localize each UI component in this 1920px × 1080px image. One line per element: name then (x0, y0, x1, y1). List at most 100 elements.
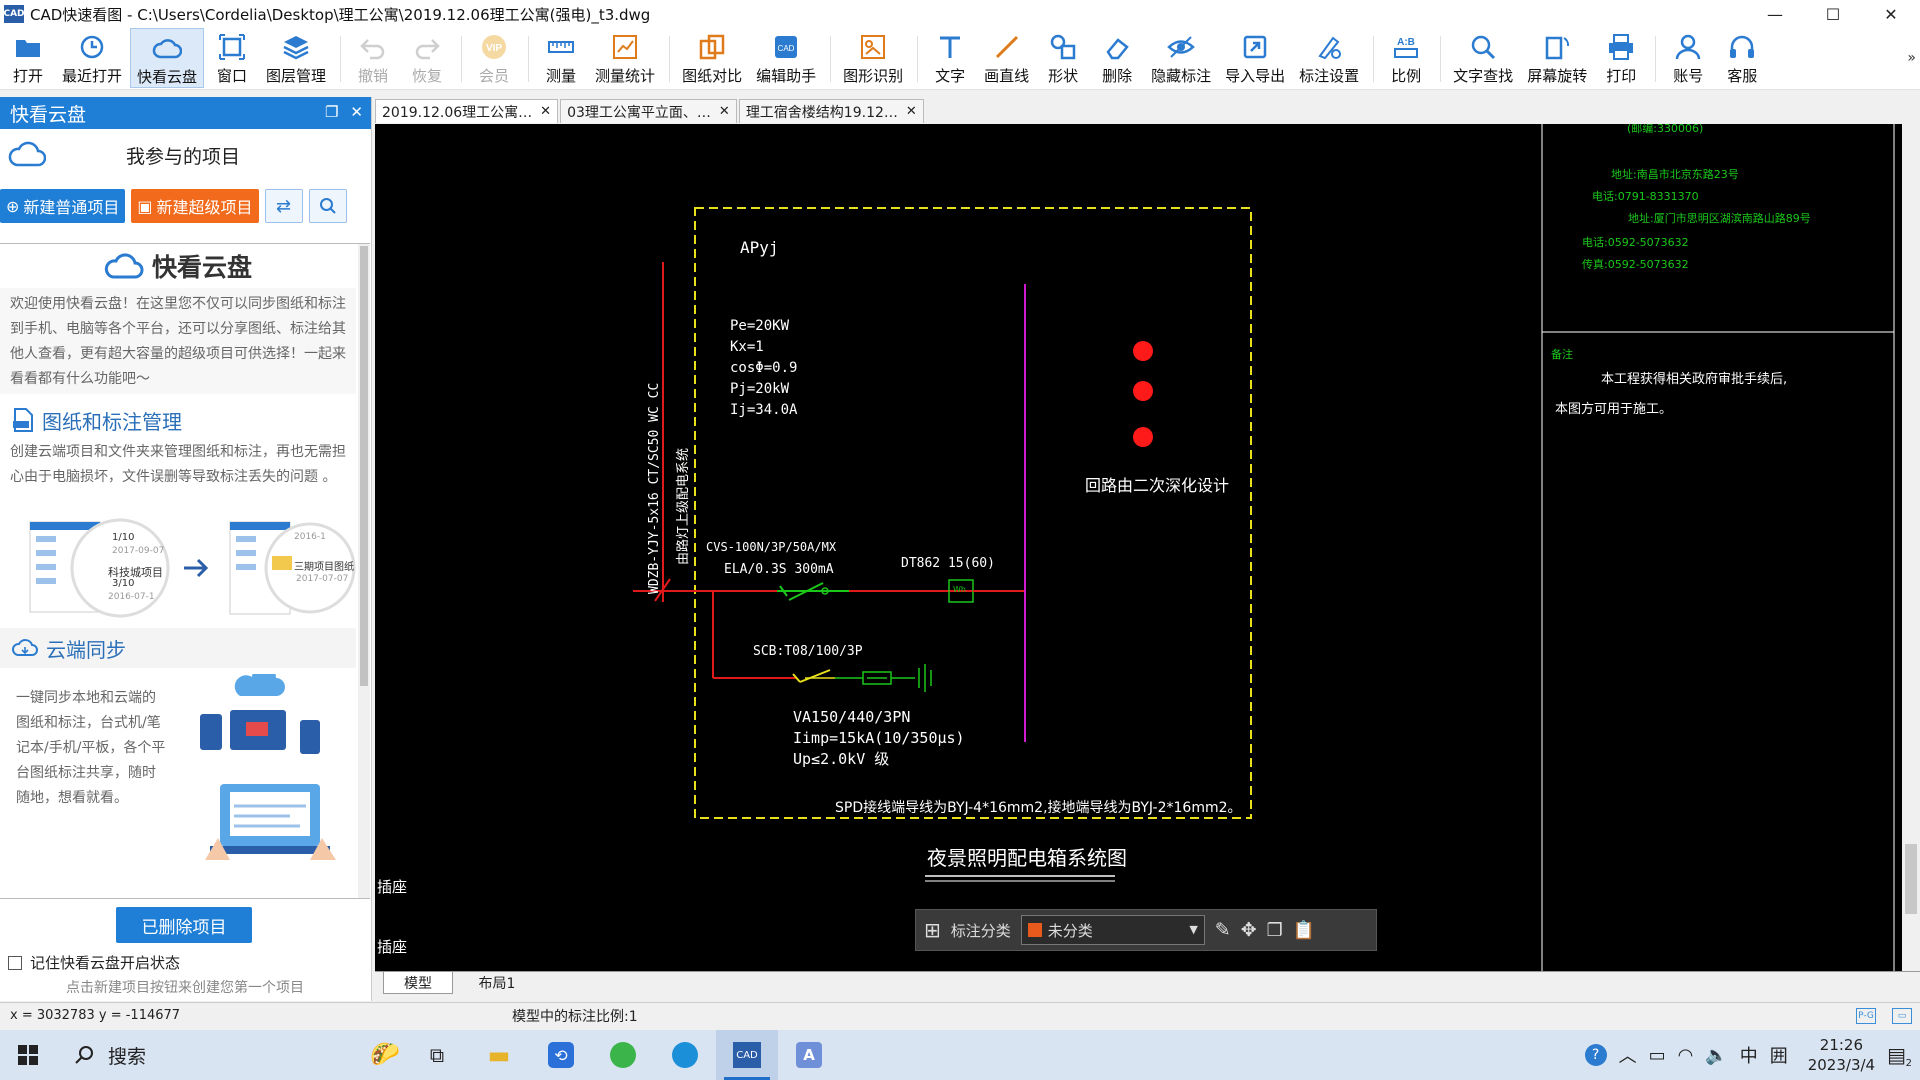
taskbar-search[interactable]: 搜索 🌮 (56, 1030, 406, 1080)
close-tab-icon[interactable]: ✕ (719, 104, 730, 119)
contact-line: 地址:厦门市思明区湖滨南路山路89号 (1628, 212, 1811, 225)
task-view-button[interactable]: ⧉ (406, 1030, 468, 1080)
clock[interactable]: 21:26 2023/3/4 (1808, 1035, 1875, 1075)
tab-model[interactable]: 模型 (383, 972, 453, 994)
taskbar-cad-viewer[interactable]: CAD (716, 1030, 778, 1080)
drawing-canvas[interactable]: APyj Pe=20KW Kx=1 cosΦ=0.9 Pj=20kW Ij=34.0A … (375, 124, 1920, 971)
canvas-vertical-scrollbar[interactable] (1902, 124, 1920, 971)
super-project-icon: ▣ (137, 196, 153, 216)
toolbar-button-vip[interactable]: VIP 会员 (468, 28, 520, 88)
panel-scrollbar-thumb[interactable] (360, 246, 368, 686)
toolbar-separator (1655, 36, 1657, 82)
new-normal-project-button[interactable]: ⊕ 新建普通项目 (0, 189, 126, 223)
ime-indicator[interactable]: 中 (1740, 1042, 1758, 1068)
toolbar-button-undo[interactable]: 撤销 (347, 28, 399, 88)
toolbar-button-eraser[interactable]: 删除 (1091, 28, 1143, 88)
toolbar-button-hide-eye[interactable]: 隐藏标注 (1145, 28, 1217, 88)
tab-layout1[interactable]: 布局1 (457, 972, 537, 994)
taskbar-note-app[interactable]: ⟲ (530, 1030, 592, 1080)
toolbar-button-headset[interactable]: 客服 (1716, 28, 1768, 88)
chevron-up-icon[interactable]: ︿ (1619, 1042, 1637, 1068)
close-panel-icon[interactable]: ✕ (350, 103, 363, 121)
toolbar-button-text-search[interactable]: 文字查找 (1447, 28, 1519, 88)
toolbar-button-shape-recognize[interactable]: 图形识别 (837, 28, 909, 88)
toolbar-button-shape[interactable]: 形状 (1037, 28, 1089, 88)
toolbar-button-layers[interactable]: 图层管理 (260, 28, 332, 88)
canvas-scroll-thumb[interactable] (1905, 844, 1917, 914)
toolbar-button-folder-open[interactable]: 打开 (2, 28, 54, 88)
toolbar-label: 屏幕旋转 (1527, 67, 1588, 85)
wifi-icon[interactable]: ◠ (1678, 1045, 1694, 1066)
measure-stats-icon (610, 32, 640, 62)
new-super-project-button[interactable]: ▣ 新建超级项目 (131, 189, 259, 223)
remember-checkbox[interactable] (8, 955, 22, 970)
panel-scrollbar[interactable] (358, 244, 370, 898)
battery-icon[interactable]: ▭ (1649, 1045, 1666, 1066)
toolbar-separator (830, 36, 832, 82)
toolbar-separator (1440, 36, 1442, 82)
deleted-projects-button[interactable]: 已删除项目 (116, 907, 252, 943)
meter-spec: DT862 15(60) (901, 556, 995, 571)
toolbar-button-scale[interactable]: A:B 比例 (1380, 28, 1432, 88)
start-button[interactable] (0, 1030, 56, 1080)
toolbar-button-edit-assistant[interactable]: CAD 编辑助手 (750, 28, 822, 88)
close-tab-icon[interactable]: ✕ (906, 104, 917, 119)
minimize-button[interactable]: — (1746, 0, 1804, 28)
grid-icon[interactable]: ⊞ (924, 918, 941, 942)
document-tab[interactable]: 03理工公寓平立面、… ✕ (560, 99, 737, 123)
ruler-icon (546, 32, 576, 62)
close-window-button[interactable]: ✕ (1862, 0, 1920, 28)
document-tab[interactable]: 理工宿舍楼结构19.12… ✕ (738, 99, 924, 123)
snap-toggle-icon[interactable]: P-G (1856, 1007, 1876, 1024)
toolbar-button-printer[interactable]: 打印 (1595, 28, 1647, 88)
a-app-icon: A (796, 1042, 822, 1068)
toolbar-separator (1373, 36, 1375, 82)
eraser-icon (1102, 32, 1132, 62)
toolbar-button-ruler[interactable]: 测量 (535, 28, 587, 88)
toolbar-separator (461, 36, 463, 82)
fullscreen-icon[interactable]: ▭ (1892, 1007, 1912, 1024)
contact-line: 电话:0791-8331370 (1592, 190, 1699, 203)
toolbar-button-measure-stats[interactable]: 测量统计 (589, 28, 661, 88)
illus-right-name: 三期项目图纸 (294, 562, 354, 573)
intro-scroll-area[interactable]: 快看云盘 欢迎使用快看云盘！在这里您不仅可以同步图纸和标注到手机、电脑等各个平台… (0, 243, 370, 899)
search-button[interactable] (308, 189, 347, 223)
document-tab[interactable]: 2019.12.06理工公寓… ✕ (375, 99, 559, 123)
edit-note-icon[interactable]: ✎ (1215, 919, 1231, 941)
help-icon[interactable]: ? (1584, 1044, 1607, 1066)
toolbar-button-rotate-screen[interactable]: 屏幕旋转 (1521, 28, 1593, 88)
load-param: cosΦ=0.9 (730, 360, 798, 376)
sync-button[interactable]: ⇄ (264, 189, 303, 223)
paste-icon[interactable]: 📋 (1293, 920, 1315, 941)
toolbar-button-user[interactable]: 账号 (1662, 28, 1714, 88)
maximize-button[interactable]: ☐ (1804, 0, 1862, 28)
toolbar-button-import-export[interactable]: 导入导出 (1219, 28, 1291, 88)
annotation-category-select[interactable]: 未分类 ▼ (1020, 915, 1205, 945)
toolbar-button-redo[interactable]: 恢复 (401, 28, 453, 88)
toolbar-label: 隐藏标注 (1151, 67, 1212, 85)
toolbar-label: 编辑助手 (756, 67, 817, 85)
close-tab-icon[interactable]: ✕ (540, 104, 551, 119)
taskbar-a-app[interactable]: A (778, 1030, 840, 1080)
remember-checkbox-row[interactable]: 记住快看云盘开启状态 (8, 952, 180, 973)
taskbar-edge[interactable] (654, 1030, 716, 1080)
toolbar-button-cloud[interactable]: 快看云盘 (130, 28, 205, 88)
toolbar-button-line[interactable]: 画直线 (978, 28, 1035, 88)
toolbar-button-annotation-settings[interactable]: 标注设置 (1293, 28, 1365, 88)
notification-icon[interactable]: ▤ 2 (1887, 1043, 1912, 1069)
toolbar-button-compare[interactable]: 图纸对比 (676, 28, 748, 88)
copy-icon[interactable]: ❐ (1267, 920, 1283, 941)
toolbar-button-clock[interactable]: 最近打开 (56, 28, 128, 88)
search-highlight-icon: 🌮 (370, 1040, 400, 1068)
hide-eye-icon (1166, 32, 1196, 62)
volume-icon[interactable]: 🔈 (1705, 1045, 1727, 1066)
toolbar-button-text[interactable]: 文字 (924, 28, 976, 88)
taskbar-360-browser[interactable] (592, 1030, 654, 1080)
float-panel-icon[interactable]: ❐ (325, 103, 338, 121)
taskbar-explorer[interactable]: ▬ (468, 1030, 530, 1080)
ime-mode-icon[interactable]: 囲 (1770, 1042, 1788, 1068)
redo-icon (412, 32, 442, 62)
toolbar-overflow-button[interactable]: » (1907, 50, 1916, 66)
toolbar-button-window[interactable]: 窗口 (206, 28, 258, 88)
move-icon[interactable]: ✥ (1241, 919, 1257, 941)
